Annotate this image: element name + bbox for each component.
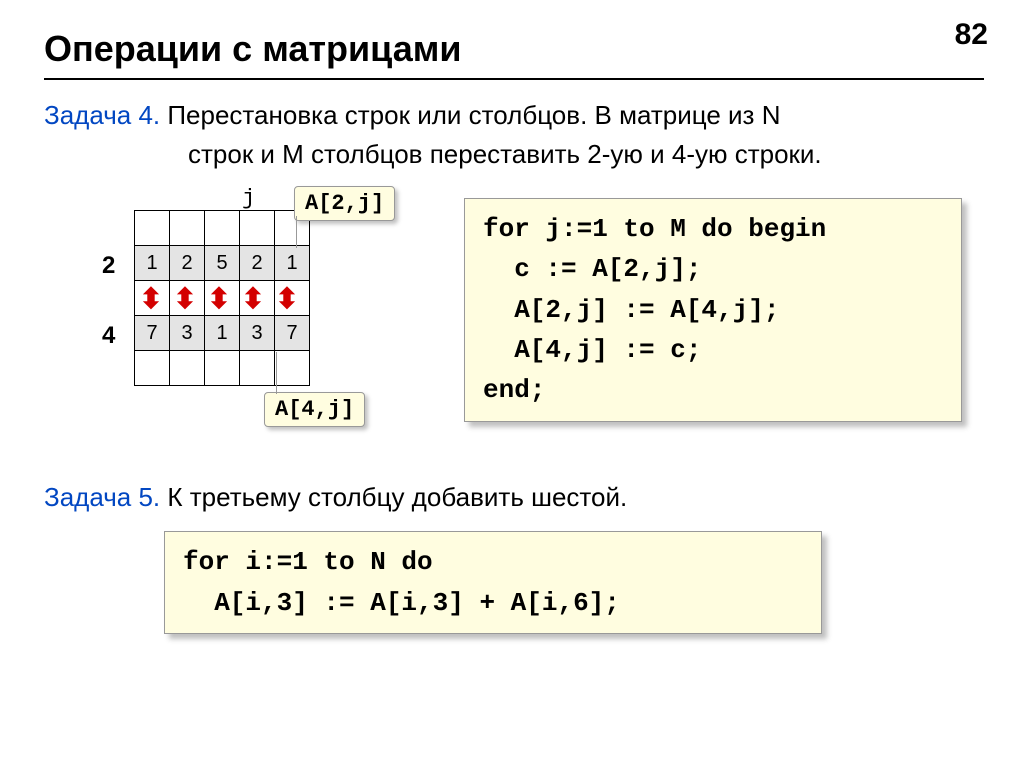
task4-label: Задача 4.: [44, 100, 160, 130]
matrix-cell: 7: [275, 316, 310, 351]
double-arrow-icon: ⬍: [236, 282, 270, 316]
row-label-2: 2: [102, 252, 115, 280]
matrix-cell: 3: [170, 316, 205, 351]
row-label-4: 4: [102, 322, 115, 350]
double-arrow-icon: ⬍: [134, 282, 168, 316]
task5-text: К третьему столбцу добавить шестой.: [160, 482, 627, 512]
double-arrow-icon: ⬍: [202, 282, 236, 316]
matrix-cell: 5: [205, 246, 240, 281]
callout-pointer: [296, 216, 297, 248]
task4-text1: Перестановка строк или столбцов. В матри…: [160, 100, 780, 130]
page-number: 82: [955, 18, 988, 52]
callout-pointer: [276, 352, 277, 394]
task4-line2: строк и M столбцов переставить 2-ую и 4-…: [44, 137, 980, 172]
page-title: Операции с матрицами: [44, 28, 980, 70]
matrix-cell: 1: [275, 246, 310, 281]
code-block-swap: for j:=1 to M do begin c := A[2,j]; A[2,…: [464, 198, 962, 421]
matrix-cell: 3: [240, 316, 275, 351]
task5-label: Задача 5.: [44, 482, 160, 512]
task4-text2: строк и M столбцов переставить 2-ую и 4-…: [188, 139, 822, 169]
matrix-cell: 2: [170, 246, 205, 281]
title-rule: [44, 78, 984, 80]
matrix-cell: 1: [205, 316, 240, 351]
double-arrow-icon: ⬍: [168, 282, 202, 316]
double-arrow-icon: ⬍: [270, 282, 304, 316]
swap-arrows: ⬍⬍⬍⬍⬍: [134, 282, 304, 316]
j-axis-label: j: [242, 186, 255, 211]
matrix-figure: j 2 4 1 2 5 2 1 7 3 1 3 7: [44, 192, 424, 452]
callout-a2j: A[2,j]: [294, 186, 395, 221]
matrix-cell: 2: [240, 246, 275, 281]
task5-line: Задача 5. К третьему столбцу добавить ше…: [44, 480, 980, 515]
task4-line1: Задача 4. Перестановка строк или столбцо…: [44, 98, 980, 133]
matrix-cell: 1: [135, 246, 170, 281]
code-block-addcol: for i:=1 to N do A[i,3] := A[i,3] + A[i,…: [164, 531, 822, 634]
matrix-cell: 7: [135, 316, 170, 351]
callout-a4j: A[4,j]: [264, 392, 365, 427]
